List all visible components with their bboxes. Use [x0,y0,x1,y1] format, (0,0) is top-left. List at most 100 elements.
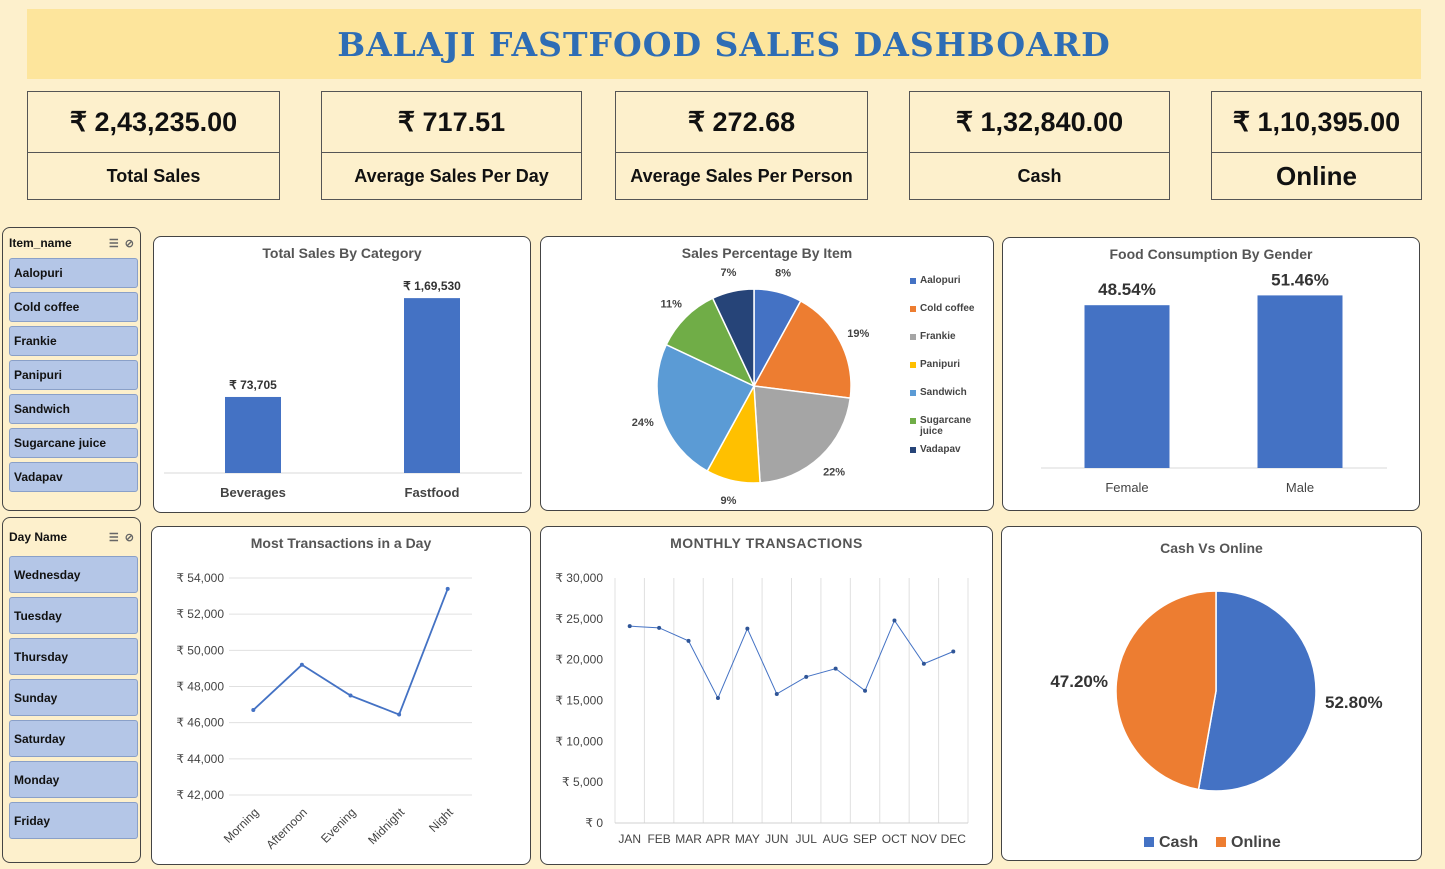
legend-entry: Vadapav [910,444,980,455]
data-point [251,708,256,713]
kpi-label: Average Sales Per Person [630,165,853,186]
x-tick-label: NOV [911,832,937,846]
legend-swatch [910,278,916,284]
data-label: ₹ 1,69,530 [403,279,461,293]
data-point [299,662,304,667]
data-point [863,688,868,693]
clear-filter-icon[interactable]: ⊘ [125,237,134,250]
y-tick-label: ₹ 20,000 [555,653,603,667]
data-point [348,693,353,698]
slicer-day-monday[interactable]: Monday [9,761,138,798]
kpi-avg-sales-per-day: ₹ 717.51 Average Sales Per Day [321,91,582,200]
kpi-total-sales: ₹ 2,43,235.00 Total Sales [27,91,280,200]
slicer-day-sunday[interactable]: Sunday [9,679,138,716]
slicer-day-tuesday[interactable]: Tuesday [9,597,138,634]
data-label: ₹ 73,705 [229,378,277,392]
chart-panel-monthly: MONTHLY TRANSACTIONS ₹ 30,000 ₹ 25,000 ₹ 2… [540,526,993,865]
slicer-day-wednesday[interactable]: Wednesday [9,556,138,593]
slicer-day-saturday[interactable]: Saturday [9,720,138,757]
dashboard-title: BALAJI FASTFOOD SALES DASHBOARD [337,24,1111,64]
legend-swatch [1144,837,1154,847]
chart-panel-gender: Food Consumption By Gender 48.54% Female 5… [1002,237,1420,511]
legend-swatch [1216,837,1226,847]
slicer-title: Item_name [9,236,72,250]
data-point [951,649,956,654]
y-tick-label: ₹ 48,000 [176,680,224,694]
x-tick-label: AUG [823,832,849,846]
kpi-value: ₹ 2,43,235.00 [28,92,279,153]
kpi-value: ₹ 272.68 [616,92,867,153]
x-tick-label: JAN [618,832,641,846]
gender-bar-chart: 48.54% Female 51.46% Male [1041,270,1387,495]
x-tick-label: Afternoon [263,805,310,852]
legend-label: Sugarcane juice [920,415,972,437]
data-label: 8% [775,268,791,280]
data-point [686,638,691,643]
legend-entry: Aalopuri [910,275,980,286]
data-point [833,666,838,671]
slicer-title: Day Name [9,530,68,544]
kpi-cash: ₹ 1,32,840.00 Cash [909,91,1170,200]
multi-select-icon[interactable]: ☰ [109,531,119,544]
kpi-value: ₹ 1,10,395.00 [1212,92,1421,153]
legend-label: Online [1231,834,1281,851]
data-label: 7% [721,267,737,279]
data-label: 48.54% [1098,280,1156,299]
kpi-label: Total Sales [106,165,201,186]
y-tick-label: ₹ 44,000 [176,752,224,766]
slicer-header: Day Name ☰ ⊘ [3,518,140,556]
legend-swatch [910,306,916,312]
data-point [774,691,779,696]
slicer-item-cold-coffee[interactable]: Cold coffee [9,292,138,322]
slicer-header: Item_name ☰ ⊘ [3,228,140,258]
chart-title: Most Transactions in a Day [250,535,432,551]
x-tick-label: Night [426,805,456,835]
kpi-online: ₹ 1,10,395.00 Online [1211,91,1422,200]
y-tick-label: ₹ 25,000 [555,612,603,626]
legend-label: Aalopuri [920,275,961,286]
legend-label: Cash [1159,834,1198,851]
dashboard-title-bar: BALAJI FASTFOOD SALES DASHBOARD [27,9,1421,79]
slicer-item-vadapav[interactable]: Vadapav [9,462,138,492]
cash-online-pie-chart: 52.80% 47.20% Cash Online [1050,590,1383,851]
legend-swatch [910,447,916,453]
data-label: 11% [661,298,683,310]
data-point [657,625,662,630]
data-point [627,624,632,629]
slicer-item-panipuri[interactable]: Panipuri [9,360,138,390]
slicer-day-name: Day Name ☰ ⊘ Wednesday Tuesday Thursday S… [2,517,141,863]
x-tick-label: JUN [765,832,788,846]
y-tick-label: ₹ 46,000 [176,716,224,730]
slicer-item-sandwich[interactable]: Sandwich [9,394,138,424]
y-tick-label: ₹ 30,000 [555,571,603,585]
legend-label: Frankie [920,331,956,342]
legend-entry: Sugarcane juice [910,415,980,437]
data-point [804,674,809,679]
legend-entry: Frankie [910,331,980,342]
data-point [921,661,926,666]
chart-panel-cash-online: Cash Vs Online 52.80% 47.20% Cash Online [1001,526,1422,861]
bar-beverages [225,396,281,473]
x-tick-label: Midnight [365,805,407,847]
y-tick-label: ₹ 42,000 [176,788,224,802]
legend-entry: Panipuri [910,359,980,370]
data-label: 52.80% [1325,693,1383,712]
data-point [715,696,720,701]
slicer-item-sugarcane-juice[interactable]: Sugarcane juice [9,428,138,458]
chart-title: Total Sales By Category [262,245,422,261]
legend-label: Panipuri [920,359,961,370]
data-label: 9% [721,495,737,507]
slicer-item-aalopuri[interactable]: Aalopuri [9,258,138,288]
x-tick-label: Male [1286,480,1314,495]
multi-select-icon[interactable]: ☰ [109,237,119,250]
slicer-day-friday[interactable]: Friday [9,802,138,839]
clear-filter-icon[interactable]: ⊘ [125,531,134,544]
slicer-item-frankie[interactable]: Frankie [9,326,138,356]
data-point [745,626,750,631]
x-tick-label: APR [706,832,731,846]
kpi-label: Cash [1017,165,1062,186]
legend-label: Vadapav [920,444,961,455]
slicer-day-thursday[interactable]: Thursday [9,638,138,675]
chart-panel-item-pie: Sales Percentage By Item 8% 19% 22% 9% 24% 11… [540,236,994,511]
data-point [445,586,450,591]
